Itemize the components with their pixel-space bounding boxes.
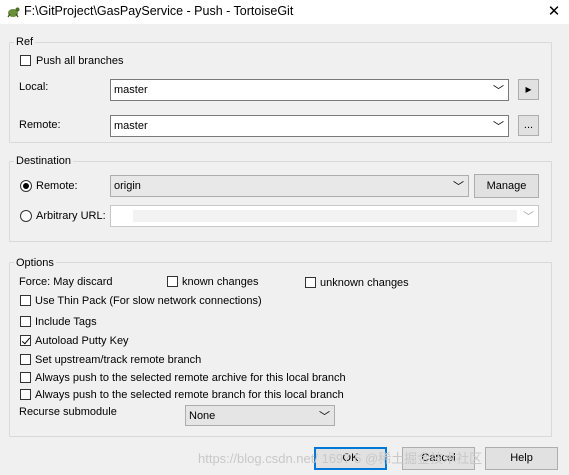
chevron-down-icon: ﹀ <box>493 85 504 97</box>
remote-label: Remote: <box>19 119 61 131</box>
always-push-branch-label: Always push to the selected remote branc… <box>35 389 344 401</box>
arbitrary-url-combo[interactable]: ﹀ <box>110 205 539 227</box>
remote-radio-label: Remote: <box>36 180 78 192</box>
arbitrary-url-radio[interactable] <box>20 210 32 222</box>
unknown-changes-label: unknown changes <box>320 277 409 289</box>
tortoisegit-icon <box>7 7 20 18</box>
chevron-down-icon: ﹀ <box>523 211 534 223</box>
title-bar: F:\GitProject\GasPayService - Push - Tor… <box>0 0 569 24</box>
always-push-archive-checkbox[interactable] <box>20 372 31 383</box>
options-group-title: Options <box>14 257 56 269</box>
recurse-submodule-label: Recurse submodule <box>19 406 117 418</box>
help-button[interactable]: Help <box>485 447 558 470</box>
recurse-submodule-combo[interactable]: None ﹀ <box>185 405 335 426</box>
local-branch-combo[interactable]: master ﹀ <box>110 79 509 101</box>
destination-group-title: Destination <box>14 155 74 167</box>
always-push-archive-label: Always push to the selected remote archi… <box>35 372 346 384</box>
autoload-putty-key-label: Autoload Putty Key <box>35 335 129 347</box>
thin-pack-label: Use Thin Pack (For slow network connecti… <box>35 295 262 307</box>
remote-combo[interactable]: origin ﹀ <box>110 175 469 197</box>
include-tags-checkbox[interactable] <box>20 316 31 327</box>
unknown-changes-checkbox[interactable] <box>305 277 316 288</box>
window-title: F:\GitProject\GasPayService - Push - Tor… <box>24 4 294 18</box>
known-changes-label: known changes <box>182 276 259 288</box>
always-push-branch-checkbox[interactable] <box>20 389 31 400</box>
remote-branch-combo[interactable]: master ﹀ <box>110 115 509 137</box>
remote-value: origin <box>114 180 141 192</box>
local-branch-value: master <box>114 84 148 96</box>
push-all-branches-checkbox[interactable] <box>20 55 31 66</box>
force-label: Force: May discard <box>19 276 113 288</box>
thin-pack-checkbox[interactable] <box>20 295 31 306</box>
set-upstream-label: Set upstream/track remote branch <box>35 354 202 366</box>
set-upstream-checkbox[interactable] <box>20 354 31 365</box>
remote-branch-value: master <box>114 120 148 132</box>
local-play-button[interactable]: ▸ <box>518 79 539 100</box>
chevron-down-icon: ﹀ <box>319 411 330 423</box>
arbitrary-url-field <box>133 210 517 222</box>
known-changes-checkbox[interactable] <box>167 276 178 287</box>
chevron-down-icon: ﹀ <box>453 181 464 193</box>
ref-group-title: Ref <box>14 36 36 48</box>
chevron-down-icon: ﹀ <box>493 121 504 133</box>
close-icon[interactable]: ✕ <box>540 1 568 23</box>
remote-radio[interactable] <box>20 180 32 192</box>
recurse-submodule-value: None <box>189 410 216 422</box>
push-all-branches-label: Push all branches <box>36 55 124 67</box>
local-label: Local: <box>19 81 49 93</box>
include-tags-label: Include Tags <box>35 316 97 328</box>
arbitrary-url-label: Arbitrary URL: <box>36 210 106 222</box>
destination-group <box>9 161 552 242</box>
autoload-putty-key-checkbox[interactable] <box>20 335 31 346</box>
remote-browse-button[interactable]: ... <box>518 115 539 136</box>
watermark-text: https://blog.csdn.net/ 1697 5 @稀土掘金技术社区 <box>198 451 483 466</box>
manage-button[interactable]: Manage <box>474 174 539 198</box>
